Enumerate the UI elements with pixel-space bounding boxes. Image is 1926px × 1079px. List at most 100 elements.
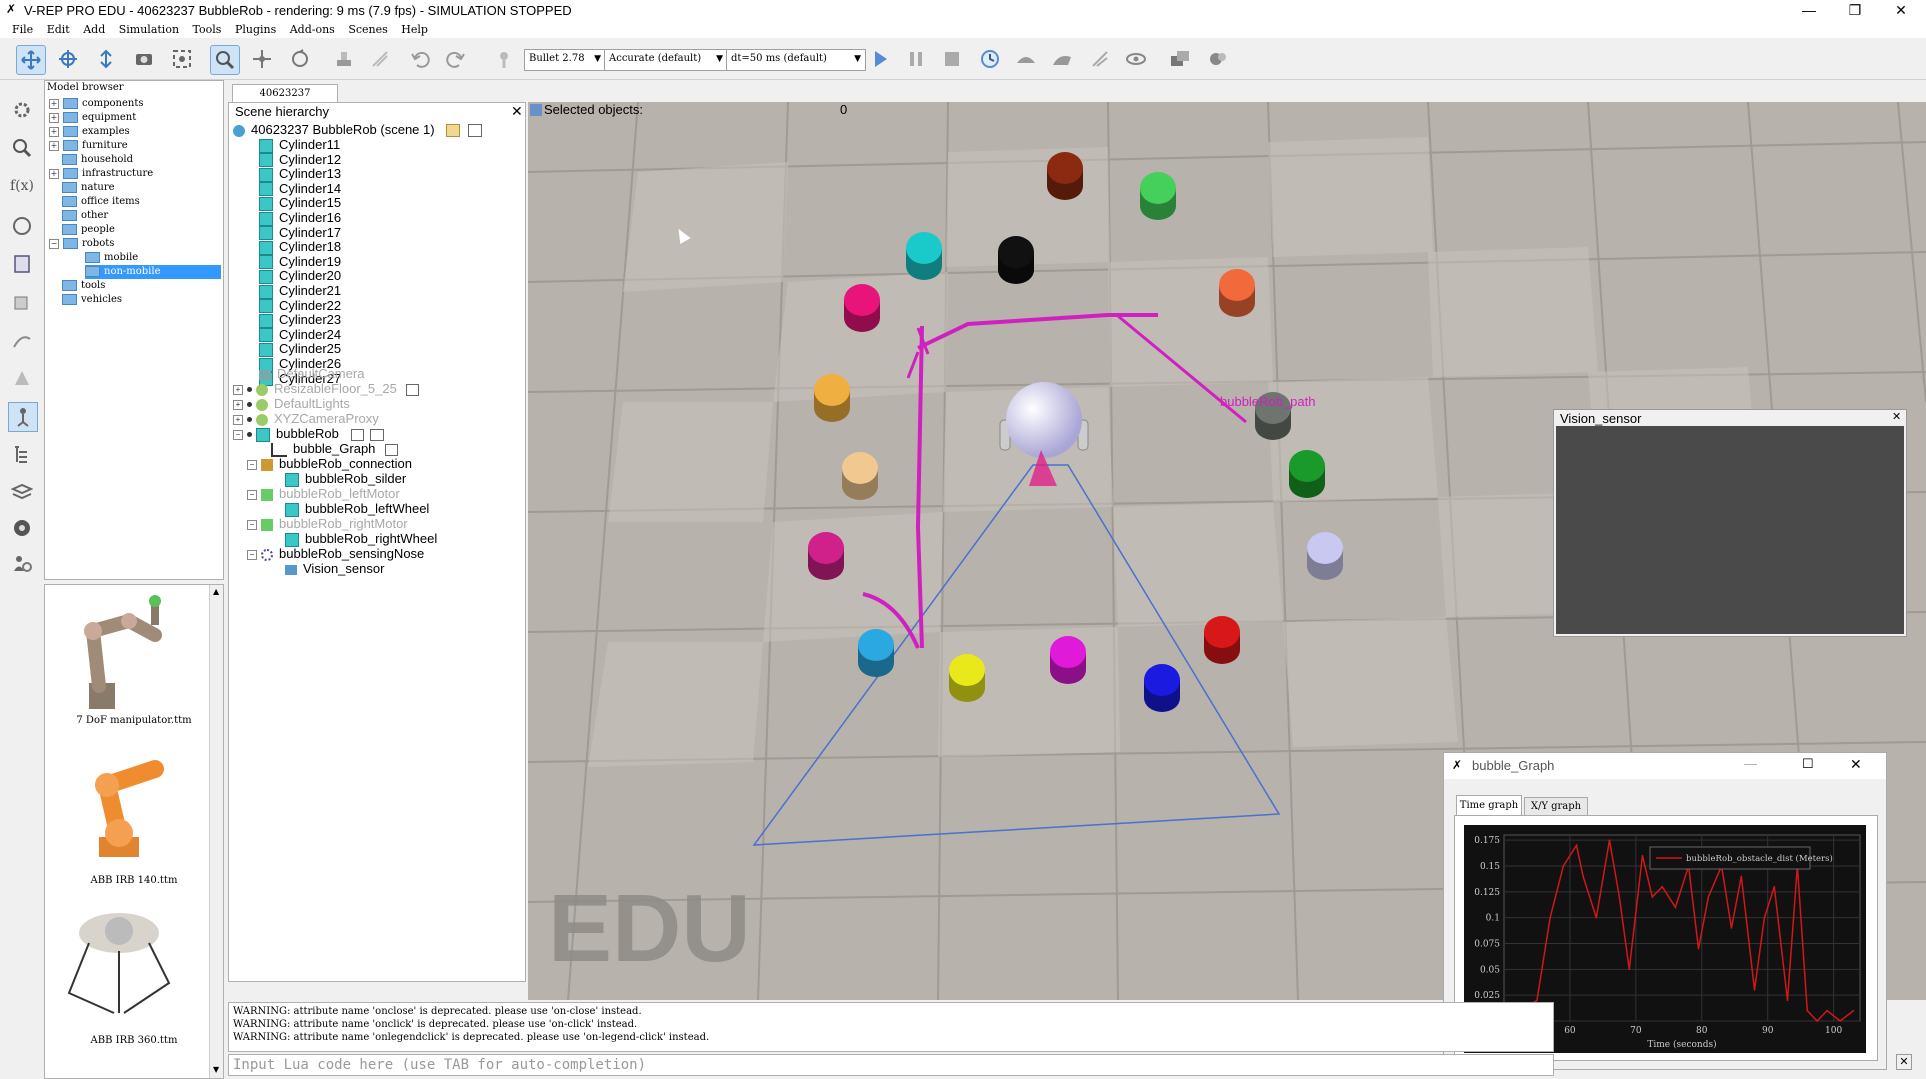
model-browser-icon[interactable] xyxy=(8,402,38,432)
cylinder-object[interactable] xyxy=(840,282,884,336)
selection-icon[interactable] xyxy=(8,364,36,392)
stop-simulation-icon[interactable] xyxy=(938,45,966,73)
dynamics-icon[interactable] xyxy=(490,45,518,73)
cylinder-object[interactable] xyxy=(902,230,946,284)
close-icon[interactable]: ✕ xyxy=(1892,410,1901,423)
close-button[interactable]: ✕ xyxy=(1850,756,1862,773)
menu-addons[interactable]: Add-ons xyxy=(285,22,340,38)
tree-item-components[interactable]: + components xyxy=(49,97,143,111)
abb-irb-140-image[interactable] xyxy=(59,745,179,865)
physics-engine-select[interactable]: Bullet 2.78 ▼ xyxy=(524,49,606,71)
scene-selector-icon[interactable] xyxy=(1166,45,1194,73)
tree-item-furniture[interactable]: + furniture xyxy=(49,139,128,153)
realtime-icon[interactable] xyxy=(976,45,1004,73)
cylinder-object[interactable] xyxy=(1140,662,1184,716)
close-button[interactable]: ✕ xyxy=(1878,0,1924,22)
pause-simulation-icon[interactable] xyxy=(902,45,930,73)
menu-plugins[interactable]: Plugins xyxy=(230,22,281,38)
cylinder-object[interactable] xyxy=(804,530,848,584)
tree-item-vision-sensor[interactable]: Vision_sensor xyxy=(285,560,384,578)
accuracy-select[interactable]: Accurate (default) ▼ xyxy=(604,49,728,71)
menu-tools[interactable]: Tools xyxy=(188,22,227,38)
script-icon[interactable] xyxy=(350,428,364,441)
tree-item-equipment[interactable]: + equipment xyxy=(49,111,136,125)
collections-icon[interactable] xyxy=(8,212,36,240)
script-icon[interactable] xyxy=(446,124,461,138)
tree-item-nature[interactable]: nature xyxy=(62,181,115,195)
tree-item-other[interactable]: other xyxy=(62,209,108,223)
minimize-button[interactable]: — xyxy=(1786,0,1832,22)
layers-icon[interactable] xyxy=(8,478,36,506)
bubblerob-model[interactable] xyxy=(988,380,1098,490)
scroll-up-icon[interactable]: ▲ xyxy=(213,587,219,596)
tree-item-tools[interactable]: tools xyxy=(62,279,105,293)
menu-simulation[interactable]: Simulation xyxy=(114,22,184,38)
timestep-select[interactable]: dt=50 ms (default) ▼ xyxy=(726,49,866,71)
close-hierarchy-icon[interactable]: ✕ xyxy=(511,103,523,120)
config-icon[interactable] xyxy=(370,428,385,441)
tab-xy-graph[interactable]: X/Y graph xyxy=(1524,797,1588,815)
cylinder-object[interactable] xyxy=(1136,170,1180,224)
tree-item-household[interactable]: household xyxy=(62,153,133,167)
path-edit-icon[interactable] xyxy=(8,326,36,354)
simulation-settings-icon[interactable] xyxy=(8,96,36,124)
camera-angle-icon[interactable] xyxy=(130,45,158,73)
scroll-down-icon[interactable]: ▼ xyxy=(213,1065,219,1074)
cylinder-object[interactable] xyxy=(838,450,882,504)
script-icon[interactable] xyxy=(385,443,399,456)
close-console-icon[interactable]: ✕ xyxy=(1896,1054,1912,1070)
tree-item-robots[interactable]: − robots xyxy=(49,237,114,251)
fit-to-view-icon[interactable] xyxy=(168,45,196,73)
shape-edit-icon[interactable] xyxy=(8,288,36,316)
tree-item-mobile[interactable]: mobile xyxy=(85,251,138,265)
tree-item-people[interactable]: people xyxy=(62,223,115,237)
tree-item-infrastructure[interactable]: + infrastructure xyxy=(49,167,153,181)
calculation-modules-icon[interactable]: f(x) xyxy=(8,172,36,200)
tab-time-graph[interactable]: Time graph xyxy=(1456,795,1522,815)
cylinder-object[interactable] xyxy=(1215,267,1259,321)
user-settings-icon[interactable] xyxy=(8,550,36,578)
click-select-icon[interactable] xyxy=(210,45,240,75)
camera-pan-icon[interactable] xyxy=(16,45,46,75)
maximize-button[interactable]: ❐ xyxy=(1832,0,1878,22)
cylinder-object[interactable] xyxy=(1200,614,1244,668)
thumbnails-scrollbar[interactable]: ▲ ▼ xyxy=(209,585,223,1078)
threaded-rendering-icon[interactable] xyxy=(1086,45,1114,73)
tree-item-vehicles[interactable]: vehicles xyxy=(62,293,122,307)
cylinder-object[interactable] xyxy=(1046,634,1090,688)
redo-icon[interactable] xyxy=(442,45,470,73)
menu-file[interactable]: File xyxy=(0,22,38,38)
video-recorder-icon[interactable] xyxy=(8,514,36,542)
cylinder-object[interactable] xyxy=(994,234,1038,288)
object-shift-icon[interactable] xyxy=(248,45,276,73)
scene-hierarchy-icon[interactable] xyxy=(8,440,36,468)
script-icon[interactable] xyxy=(406,383,420,396)
config-icon[interactable] xyxy=(467,124,482,138)
manipulator-7dof-image[interactable] xyxy=(59,591,179,717)
tree-item-non-mobile[interactable]: non-mobile xyxy=(85,265,221,279)
minimize-button[interactable]: — xyxy=(1744,756,1757,771)
object-rotate-icon[interactable] xyxy=(286,45,314,73)
speed-up-icon[interactable] xyxy=(1048,45,1076,73)
cylinder-object[interactable] xyxy=(945,652,989,706)
scripts-icon[interactable] xyxy=(8,250,36,278)
undo-icon[interactable] xyxy=(406,45,434,73)
menu-help[interactable]: Help xyxy=(396,22,433,38)
tree-item-office-items[interactable]: office items xyxy=(62,195,140,209)
lua-command-input[interactable]: Input Lua code here (use TAB for auto-co… xyxy=(228,1054,1554,1076)
cylinder-object[interactable] xyxy=(1043,150,1087,204)
slow-down-icon[interactable] xyxy=(1012,45,1040,73)
visualization-icon[interactable] xyxy=(1122,45,1150,73)
camera-rotate-icon[interactable] xyxy=(54,45,82,73)
start-simulation-icon[interactable] xyxy=(866,45,894,73)
cylinder-object[interactable] xyxy=(1285,448,1329,502)
tab-scene[interactable]: 40623237 BubbleRob xyxy=(232,84,338,117)
camera-shift-icon[interactable] xyxy=(92,45,120,73)
menu-edit[interactable]: Edit xyxy=(42,22,75,38)
cylinder-object[interactable] xyxy=(810,372,854,426)
search-icon[interactable] xyxy=(8,134,36,162)
cylinder-object[interactable] xyxy=(1303,530,1347,584)
menu-add[interactable]: Add xyxy=(78,22,110,38)
maximize-button[interactable]: ☐ xyxy=(1802,756,1814,772)
menu-scenes[interactable]: Scenes xyxy=(343,22,392,38)
